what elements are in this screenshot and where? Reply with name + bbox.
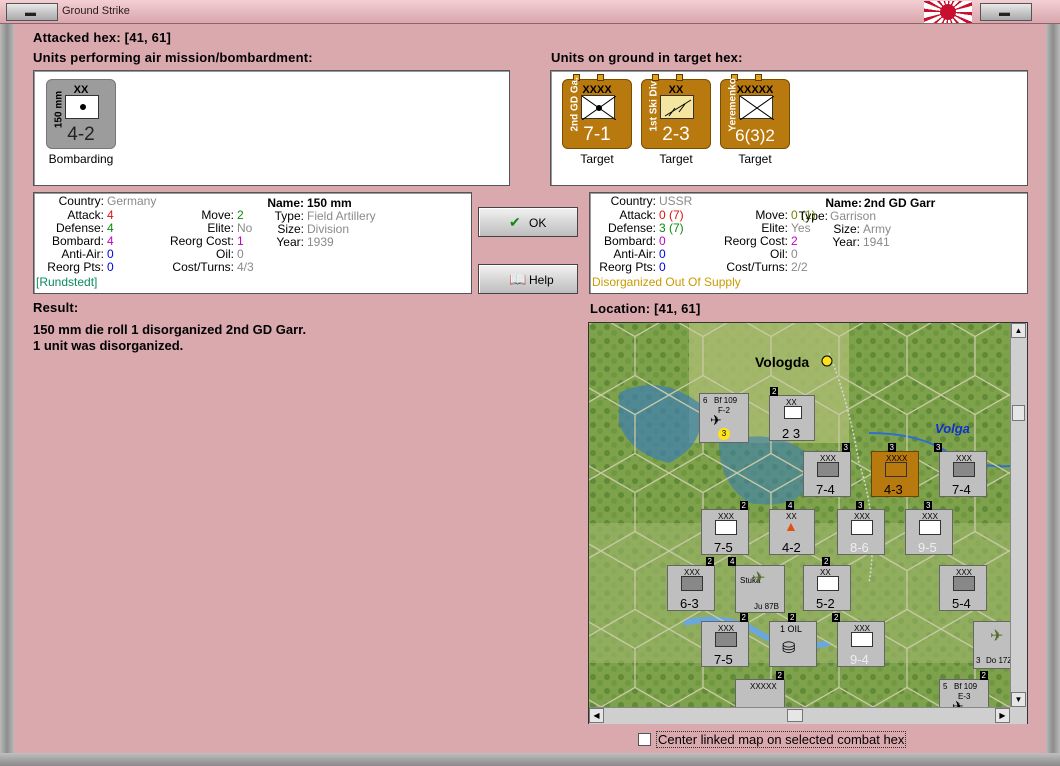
minimize-icon: ▬	[999, 7, 1010, 19]
map-counter[interactable]: 2 XXX 6-3	[667, 557, 715, 611]
map-counter[interactable]: 6 Bf 109 F-2 ✈ 3	[699, 393, 749, 443]
attacked-hex-label: Attacked hex: [41, 61]	[33, 30, 172, 45]
scroll-thumb[interactable]	[787, 709, 803, 722]
unit-counter-1st-ski-div[interactable]: XX 1st Ski Div 2-3	[641, 74, 711, 149]
map-counter[interactable]: 2 XXX 9-4	[832, 613, 885, 667]
map-counter[interactable]: 2 XX 2 3	[769, 387, 815, 441]
center-map-checkbox[interactable]	[638, 733, 651, 746]
unit-counter-2nd-gd-garr[interactable]: XXXX 2nd GD Ga. 7-1	[562, 74, 632, 149]
scroll-up-icon[interactable]: ▲	[1011, 323, 1026, 338]
air-units-heading: Units performing air mission/bombardment…	[33, 50, 313, 65]
map-counter[interactable]: 2 XX 5-2	[803, 557, 851, 611]
location-map[interactable]: Vologda Volga 6 Bf 109 F-2 ✈ 3 2 XX 2 3 …	[588, 322, 1028, 724]
checkmark-icon: ✔	[509, 214, 521, 230]
unit-status: Disorganized Out Of Supply	[592, 275, 741, 289]
window-border-bottom	[0, 753, 1060, 766]
map-counter[interactable]: XXX 5-4	[939, 565, 987, 611]
ground-units-panel: XXXX 2nd GD Ga. 7-1 Target XX 1st Ski Di…	[550, 70, 1028, 186]
scroll-thumb[interactable]	[1012, 405, 1025, 421]
plane-icon: ✈	[752, 570, 766, 587]
japan-flag-icon	[924, 1, 972, 23]
ground-unit-card[interactable]: XXXX 2nd GD Ga. 7-1 Target	[556, 74, 638, 166]
unit-counter-yeremenko[interactable]: XXXXX Yeremenko 6(3)2	[720, 74, 790, 149]
defender-info-panel: Country: USSR Attack: 0 (7) Defense: 3 (…	[589, 192, 1028, 294]
map-vertical-scrollbar[interactable]: ▲ ▼	[1010, 323, 1027, 707]
ski-symbol-icon	[660, 95, 694, 119]
map-counter-oil[interactable]: 2 1 OIL ⛁	[769, 613, 817, 667]
center-map-label[interactable]: Center linked map on selected combat hex	[656, 731, 907, 748]
attacker-info-panel: Country: Germany Attack: 4 Defense: 4 Bo…	[33, 192, 472, 294]
title-bar: ▬ Ground Strike ▬	[0, 0, 1060, 24]
hq-symbol-icon	[739, 95, 775, 121]
city-label: Vologda	[755, 354, 809, 370]
location-label: Location: [41, 61]	[590, 301, 701, 316]
unit-values: 4-2	[67, 124, 95, 145]
artillery-symbol-icon	[65, 95, 99, 119]
window-menu-icon: ▬	[25, 7, 36, 19]
help-book-icon: 📖	[509, 271, 527, 287]
map-counter[interactable]: 3 XXX 9-5	[905, 501, 953, 555]
air-unit-card[interactable]: XX 150 mm 4-2 Bombarding	[40, 79, 122, 166]
window-border-left	[0, 24, 14, 754]
map-counter[interactable]: 3 XXX 7-4	[934, 443, 987, 497]
window-menu-button[interactable]: ▬	[6, 3, 58, 21]
scroll-corner	[1010, 707, 1027, 724]
scroll-left-icon[interactable]: ◀	[589, 708, 604, 723]
map-counter-target[interactable]: 3 XXXX 4-3	[871, 443, 919, 497]
result-text: 150 mm die roll 1 disorganized 2nd GD Ga…	[33, 322, 307, 353]
map-counter[interactable]: 3 XXX 8-6	[837, 501, 885, 555]
unit-counter-150mm[interactable]: XX 150 mm 4-2	[46, 79, 116, 149]
air-units-panel: XX 150 mm 4-2 Bombarding	[33, 70, 510, 186]
fire-icon: ▲	[784, 518, 798, 534]
map-counter[interactable]: 4 Stuka ✈ Ju 87B	[728, 557, 785, 613]
map-counter[interactable]: 2 XXX 7-5	[701, 501, 749, 555]
unit-caption: Bombarding	[48, 152, 114, 166]
help-button[interactable]: 📖 Help	[478, 264, 578, 294]
river-label: Volga	[935, 421, 970, 436]
window-title: Ground Strike	[62, 5, 130, 17]
map-counter[interactable]: 4 XX ▲ 4-2	[769, 501, 815, 555]
result-heading: Result:	[33, 300, 79, 315]
oil-barrels-icon: ⛁	[782, 640, 796, 657]
ground-units-heading: Units on ground in target hex:	[551, 50, 743, 65]
infantry-symbol-icon	[581, 95, 617, 121]
plane-icon: ✈	[990, 628, 1004, 645]
scroll-down-icon[interactable]: ▼	[1011, 692, 1026, 707]
scroll-right-icon[interactable]: ▶	[995, 708, 1010, 723]
window-border-right	[1046, 24, 1060, 754]
map-counter[interactable]: 2 XXX 7-5	[701, 613, 749, 667]
ok-button[interactable]: ✔ OK	[478, 207, 578, 237]
plane-icon: ✈	[710, 412, 722, 428]
ground-unit-card[interactable]: XXXXX Yeremenko 6(3)2 Target	[714, 74, 796, 166]
ground-unit-card[interactable]: XX 1st Ski Div 2-3 Target	[635, 74, 717, 166]
map-horizontal-scrollbar[interactable]: ◀ ▶	[589, 707, 1010, 724]
minimize-button[interactable]: ▬	[980, 3, 1032, 21]
map-counter[interactable]: 3 XXX 7-4	[803, 443, 851, 497]
commander-name: [Rundstedt]	[36, 275, 98, 289]
